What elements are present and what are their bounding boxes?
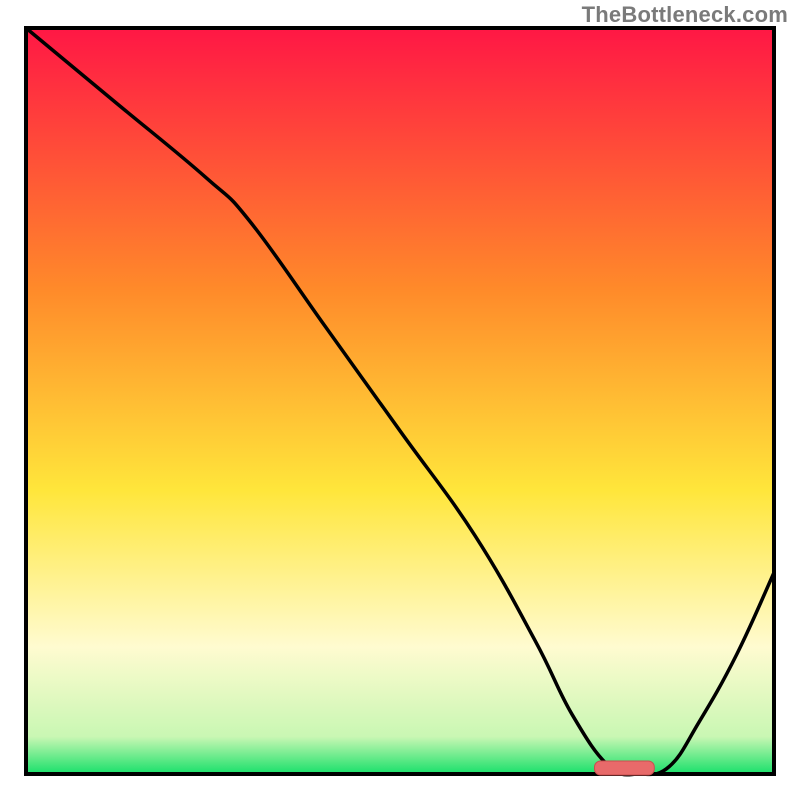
chart-container: TheBottleneck.com xyxy=(0,0,800,800)
optimum-marker xyxy=(595,761,655,775)
bottleneck-chart xyxy=(0,0,800,800)
plot-area xyxy=(26,28,774,775)
gradient-background xyxy=(26,28,774,774)
watermark-text: TheBottleneck.com xyxy=(582,2,788,28)
